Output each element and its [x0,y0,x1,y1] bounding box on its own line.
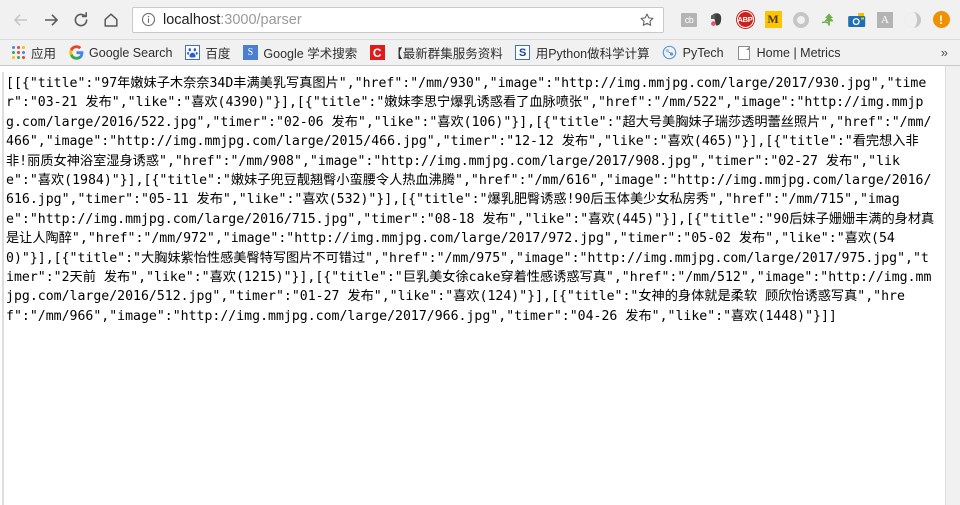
bookmark-baidu-label: 百度 [205,47,231,61]
tree-extension-button[interactable] [816,7,842,33]
clipboard-icon: cb [681,12,697,27]
moon-icon [905,11,921,28]
evernote-elephant-icon [708,11,726,29]
screenshot-camera-extension-button[interactable] [844,7,870,33]
bookmark-python-science-label: 用Python做科学计算 [535,47,650,61]
bookmark-apps[interactable]: 应用 [4,42,62,64]
home-icon [102,11,120,29]
bookmark-qunji[interactable]: C 【最新群集服务资料 [363,42,509,64]
back-button[interactable] [6,5,36,35]
bookmark-google-search[interactable]: Google Search [62,42,178,64]
dark-mode-extension-button[interactable] [900,7,926,33]
bookmarks-bar: 应用 Google Search 百度 S Google 学术搜索 C 【最新群… [0,40,960,66]
font-extension-button[interactable]: A [872,7,898,33]
letter-a-icon: A [877,11,893,28]
page-viewport: [[{"title":"97年嫩妹子木奈奈34D丰满美乳写真图片","href"… [0,66,960,505]
bookmarks-overflow-button[interactable]: » [933,45,956,60]
home-button[interactable] [96,5,126,35]
s-blue-icon: S [515,45,531,61]
page-icon [736,45,752,61]
clipboard-extension-button[interactable]: cb [676,7,702,33]
arrow-left-icon [12,11,30,29]
address-bar[interactable]: localhost:3000/parser [132,6,664,33]
baidu-icon [184,45,200,61]
reload-button[interactable] [66,5,96,35]
bookmark-baidu[interactable]: 百度 [178,42,236,64]
pytech-icon [662,45,678,61]
bookmark-pytech-label: PyTech [682,45,724,60]
browser-window: localhost:3000/parser cb ABP M A ! 应用 Go… [0,0,960,505]
camera-icon [847,12,867,28]
google-icon [68,45,84,61]
bookmark-google-scholar[interactable]: S Google 学术搜索 [236,42,363,64]
bookmark-google-search-label: Google Search [89,45,173,60]
alert-extension-button[interactable]: ! [928,7,954,33]
page-left-edge [2,72,4,505]
ring-extension-button[interactable] [788,7,814,33]
info-circle-icon[interactable] [139,12,157,27]
bookmark-qunji-label: 【最新群集服务资料 [390,47,503,61]
c-red-icon: C [369,45,385,61]
bookmark-home-metrics-label: Home | Metrics [756,45,841,60]
browser-toolbar: localhost:3000/parser cb ABP M A ! [0,0,960,40]
evernote-extension-button[interactable] [704,7,730,33]
star-icon[interactable] [637,12,657,28]
bookmark-google-scholar-label: Google 学术搜索 [263,47,358,61]
adblock-plus-extension-button[interactable]: ABP [732,7,758,33]
reload-icon [72,11,90,29]
url-host: localhost [163,11,221,28]
vertical-scrollbar[interactable] [945,66,960,505]
bookmark-apps-label: 应用 [31,47,57,61]
arrow-right-icon [42,11,60,29]
page-content: [[{"title":"97年嫩妹子木奈奈34D丰满美乳写真图片","href"… [0,66,945,505]
url-path: :3000/parser [220,11,302,28]
momentum-icon: M [764,11,782,28]
momentum-extension-button[interactable]: M [760,7,786,33]
scholar-icon: S [242,45,258,61]
address-bar-url[interactable]: localhost:3000/parser [163,12,637,28]
json-response-text: [[{"title":"97年嫩妹子木奈奈34D丰满美乳写真图片","href"… [6,76,935,324]
bookmark-pytech[interactable]: PyTech [656,42,730,64]
bookmark-home-metrics[interactable]: Home | Metrics [730,42,847,64]
bookmark-python-science[interactable]: S 用Python做科学计算 [509,42,656,64]
extensions-tray: cb ABP M A ! [672,7,954,33]
ring-icon [793,11,809,28]
apps-grid-icon [10,45,26,61]
forward-button[interactable] [36,5,66,35]
adblock-icon: ABP [736,11,754,28]
alert-exclamation-icon: ! [932,11,950,28]
tree-icon [820,11,838,29]
